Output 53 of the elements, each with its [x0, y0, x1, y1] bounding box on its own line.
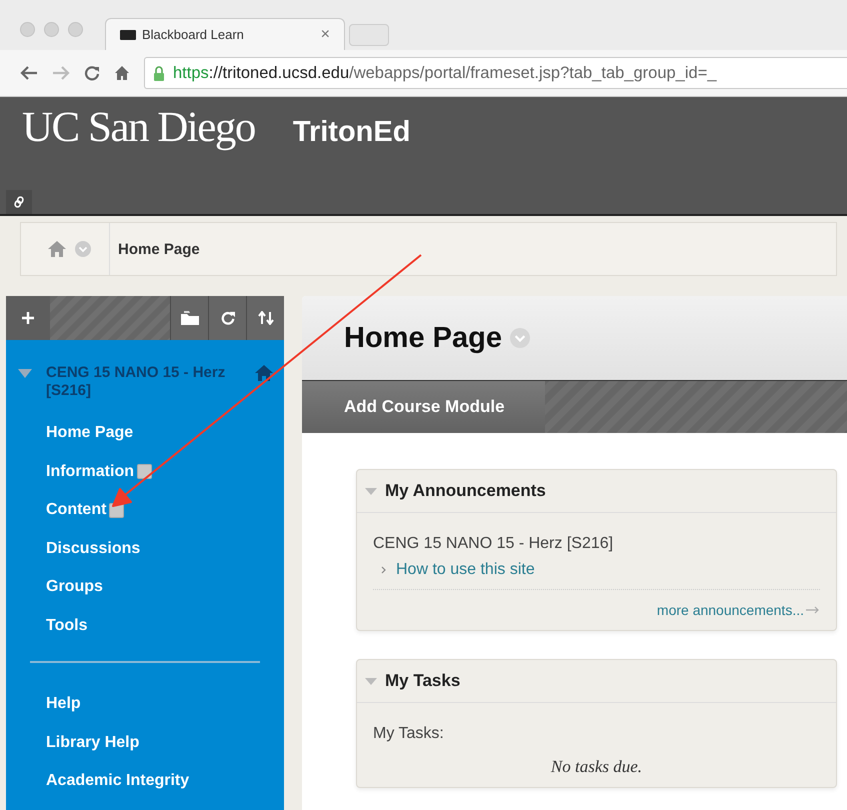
page-title: Home Page: [344, 322, 502, 354]
more-announcements-link[interactable]: more announcements...: [656, 602, 804, 618]
home-icon[interactable]: [114, 65, 130, 81]
forward-icon[interactable]: [52, 66, 70, 80]
menu-link[interactable]: Discussions: [46, 540, 140, 558]
course-name: CENG 15 NANO 15 - Herz [S216]: [373, 535, 614, 553]
chevron-icon: [381, 566, 386, 574]
close-tab-button[interactable]: ×: [320, 26, 330, 44]
home-icon: [254, 364, 274, 382]
collapse-icon[interactable]: [365, 488, 377, 494]
course-title[interactable]: CENG 15 NANO 15 - Herz [S216]: [46, 364, 240, 400]
menu-link[interactable]: Tools: [46, 616, 88, 635]
plus-icon: [22, 312, 34, 324]
add-course-module-button[interactable]: Add Course Module: [302, 381, 545, 433]
menu-link[interactable]: Home Page: [46, 424, 134, 442]
arrow-icon: [806, 606, 820, 614]
collapse-icon[interactable]: [18, 369, 32, 378]
folder-icon: [180, 311, 198, 325]
reorder-button[interactable]: [246, 296, 284, 340]
new-tab-button[interactable]: [349, 24, 389, 46]
lock-icon: [153, 66, 165, 80]
module-title: My Announcements: [385, 481, 546, 501]
logo[interactable]: UC San Diego: [22, 103, 255, 152]
product-name: TritonEd: [292, 116, 410, 149]
refresh-icon: [220, 311, 234, 325]
collapse-icon[interactable]: [365, 678, 377, 684]
sort-icon: [258, 311, 274, 325]
favicon-icon: [120, 30, 136, 40]
module-title: My Tasks: [385, 671, 460, 691]
menu-link[interactable]: Library Help: [46, 734, 140, 752]
menu-link[interactable]: Content: [46, 501, 106, 520]
link-button[interactable]: [6, 190, 32, 214]
empty-message: No tasks due.: [550, 756, 644, 777]
menu-link[interactable]: Information: [46, 462, 134, 481]
breadcrumb-item[interactable]: Home Page: [110, 240, 200, 258]
address-bar[interactable]: https://tritoned.ucsd.edu/webapps/portal/frameset.jsp?tab_tab_group_id=_: [144, 57, 847, 89]
window-control-icon[interactable]: [20, 22, 35, 36]
window-control-icon[interactable]: [68, 22, 83, 36]
dropdown-icon[interactable]: [510, 328, 530, 348]
back-icon[interactable]: [20, 66, 38, 80]
refresh-button[interactable]: [208, 296, 246, 340]
dropdown-icon[interactable]: [75, 241, 91, 257]
home-icon[interactable]: [47, 240, 67, 258]
browser-tab[interactable]: Blackboard Learn ×: [105, 18, 345, 50]
link-icon: [14, 196, 24, 208]
folder-view-button[interactable]: [170, 296, 208, 340]
menu-link[interactable]: Help: [46, 695, 81, 714]
tasks-label: My Tasks:: [373, 725, 445, 743]
announcement-link[interactable]: How to use this site: [396, 561, 535, 579]
menu-link[interactable]: Groups: [46, 578, 103, 596]
menu-link[interactable]: Academic Integrity: [46, 772, 190, 790]
window-control-icon[interactable]: [44, 22, 59, 36]
reload-icon[interactable]: [84, 65, 100, 81]
